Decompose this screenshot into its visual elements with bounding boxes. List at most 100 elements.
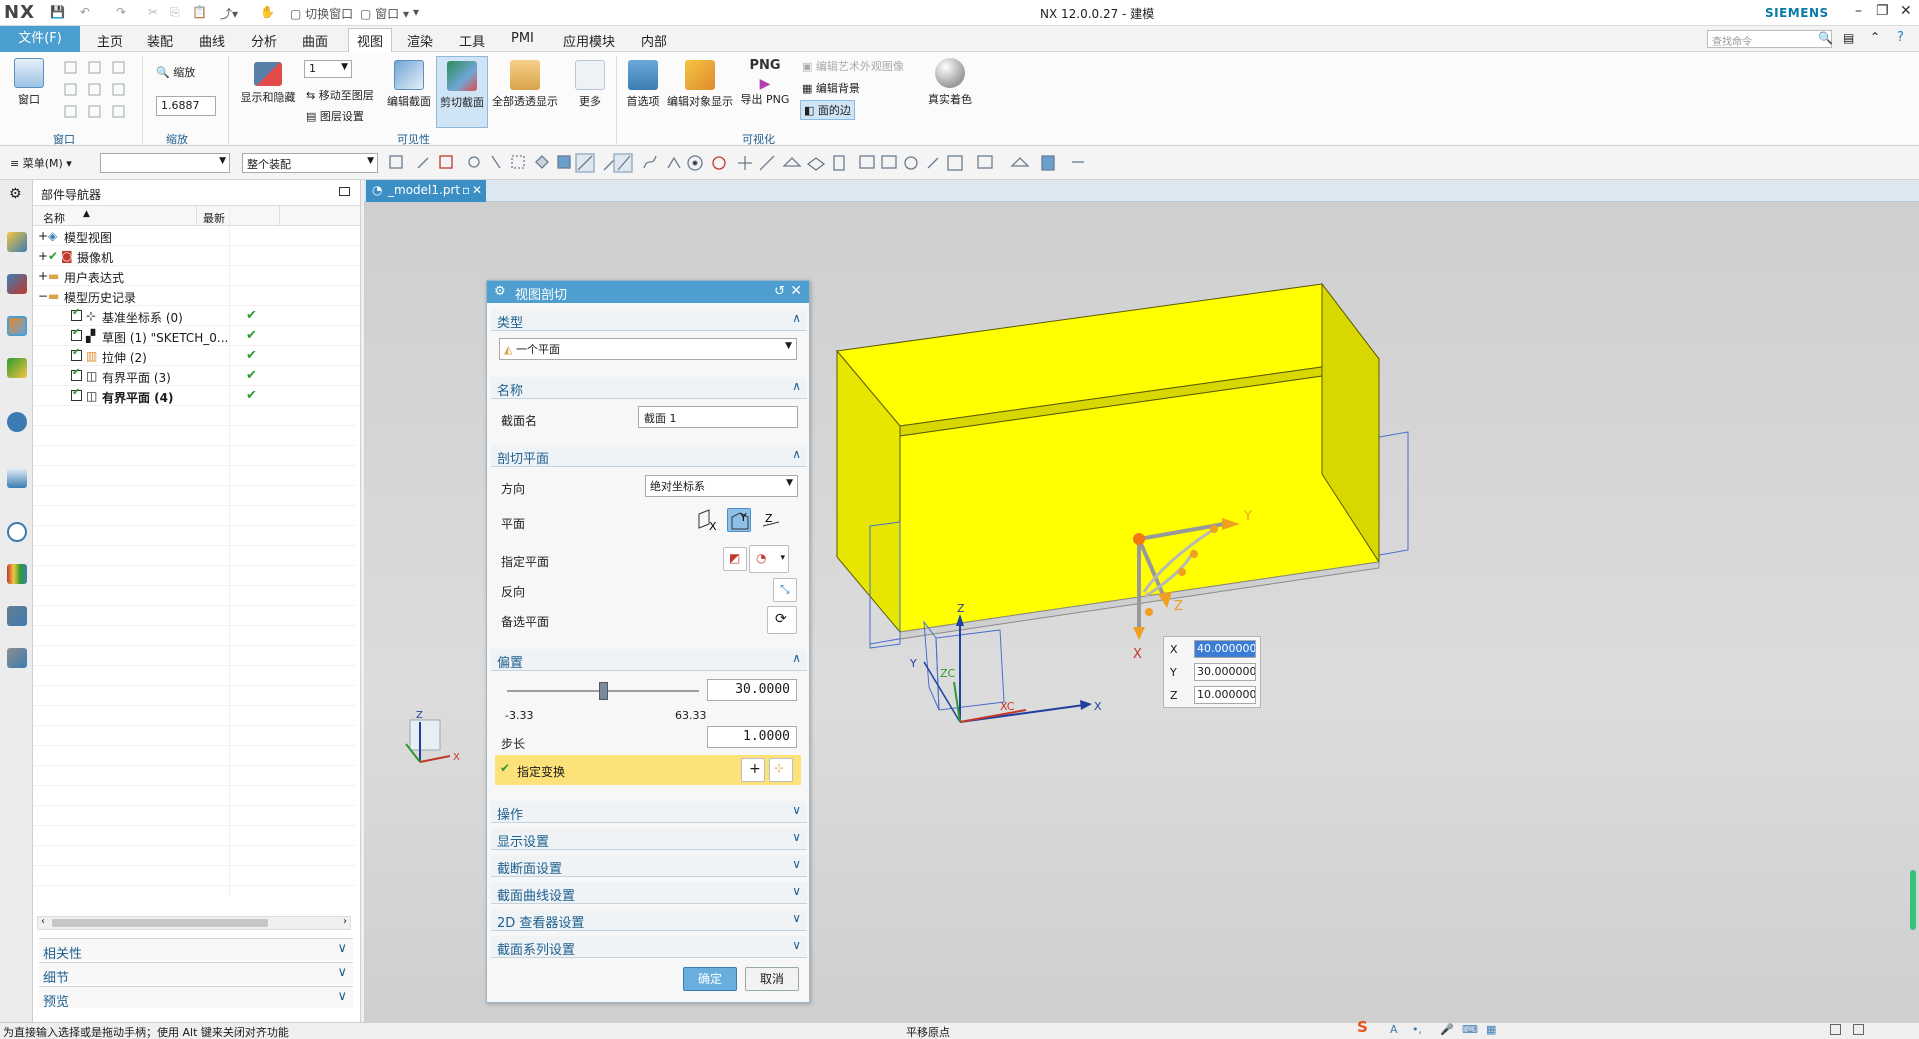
more-button[interactable]: 更多: [570, 60, 610, 109]
microphone-icon[interactable]: 🎤: [1440, 1023, 1454, 1036]
layout-grid-icons[interactable]: [63, 58, 138, 124]
constraint-navigator-icon[interactable]: [7, 274, 27, 294]
close-tab-icon[interactable]: ✕: [472, 183, 482, 197]
true-shading-button[interactable]: 真实着色: [925, 58, 975, 107]
layout-toggle-icon[interactable]: [1830, 1024, 1841, 1035]
reuse-library-icon[interactable]: [7, 358, 27, 378]
menu-button[interactable]: ≡ 菜单(M) ▾: [10, 155, 72, 171]
window-menu-button[interactable]: ▢ 窗口 ▾: [360, 5, 409, 22]
tree-row-bounded-plane-3[interactable]: ✔ ◫ 有界平面 (3) ✔: [33, 366, 360, 386]
cancel-button[interactable]: 取消: [745, 967, 799, 991]
scroll-right-icon[interactable]: ›: [343, 916, 347, 927]
hd3d-tools-icon[interactable]: [7, 412, 27, 432]
web-browser-icon[interactable]: [7, 468, 27, 488]
section-type[interactable]: 类型 ∧: [491, 309, 807, 331]
plane-dialog-dropdown[interactable]: ◔ ▾: [749, 545, 789, 573]
ime-logo-icon[interactable]: S: [1357, 1018, 1368, 1036]
zoom-button[interactable]: 🔍 缩放: [156, 64, 195, 80]
close-window-button[interactable]: ✕: [1900, 3, 1912, 19]
offset-slider-thumb[interactable]: [599, 682, 608, 700]
face-edges-toggle[interactable]: ◧ 面的边: [800, 100, 855, 120]
touch-mode-icon[interactable]: ✋: [260, 5, 275, 19]
snap-toolbar-icons[interactable]: [388, 152, 1228, 174]
keyboard-icon[interactable]: ⌨: [1462, 1023, 1478, 1036]
full-transparency-button[interactable]: 全部透透显示: [490, 60, 560, 109]
restore-button[interactable]: ❐: [1876, 3, 1889, 19]
section-curve-settings[interactable]: 截面曲线设置 ∨: [491, 882, 807, 904]
tree-row-bounded-plane-4[interactable]: ✔ ◫ 有界平面 (4) ✔: [33, 386, 360, 406]
scroll-left-icon[interactable]: ‹: [41, 916, 45, 927]
tree-row-sketch[interactable]: ✔ ▞ 草图 (1) "SKETCH_0... ✔: [33, 326, 360, 346]
export-png-button[interactable]: PNG ▶ 导出 PNG: [738, 58, 792, 107]
type-filter-dropdown[interactable]: ▼: [100, 153, 230, 173]
copy-icon[interactable]: ⎘: [170, 5, 180, 20]
edit-object-display-button[interactable]: 编辑对象显示: [666, 60, 734, 109]
collapse-icon[interactable]: −: [38, 289, 48, 303]
section-actions[interactable]: 操作 ∨: [491, 801, 807, 823]
reverse-direction-button[interactable]: ⤡: [773, 578, 797, 602]
section-name[interactable]: 名称 ∧: [491, 377, 807, 399]
feature-checkbox[interactable]: ✔: [71, 387, 82, 401]
preferences-button[interactable]: 首选项: [622, 60, 664, 109]
direction-dropdown[interactable]: 绝对坐标系 ▼: [645, 475, 798, 497]
tab-tools[interactable]: 工具: [459, 31, 485, 50]
section-2d-viewer-settings[interactable]: 2D 查看器设置 ∨: [491, 909, 807, 931]
plane-y-button[interactable]: Y: [727, 508, 751, 532]
selection-scope-dropdown[interactable]: 整个装配 ▼: [242, 153, 378, 173]
scrollbar-thumb[interactable]: [52, 919, 268, 927]
reset-icon[interactable]: ↺: [774, 284, 785, 299]
horizontal-scrollbar[interactable]: ‹ ›: [37, 916, 351, 930]
tab-view[interactable]: 视图: [348, 28, 393, 52]
system-materials-icon[interactable]: [7, 564, 27, 584]
plane-z-button[interactable]: Z: [759, 508, 783, 532]
switch-window-button[interactable]: ▢ 切换窗口: [290, 5, 353, 22]
customize-qa-icon[interactable]: ▾: [413, 5, 419, 19]
point-dialog-button[interactable]: +: [741, 758, 765, 782]
layer-dropdown[interactable]: 1 ▼: [304, 60, 352, 78]
help-icon[interactable]: ?: [1897, 30, 1904, 45]
tab-curve[interactable]: 曲线: [199, 31, 225, 50]
redo-icon[interactable]: ↷: [116, 5, 126, 19]
ime-mode-icon[interactable]: A: [1390, 1023, 1398, 1036]
section-series-settings[interactable]: 截面系列设置 ∨: [491, 936, 807, 958]
clip-section-button[interactable]: 剪切截面: [436, 56, 488, 128]
save-icon[interactable]: 💾: [50, 5, 65, 19]
offset-value-input[interactable]: 30.0000: [707, 679, 797, 701]
layer-settings-button[interactable]: ▤ 图层设置: [306, 108, 364, 124]
ime-punct-icon[interactable]: •,: [1412, 1023, 1422, 1036]
expand-icon[interactable]: +: [38, 229, 48, 243]
tree-row-datum-csys[interactable]: ✔ ⊹ 基准坐标系 (0) ✔: [33, 306, 360, 326]
tree-row-cameras[interactable]: + ✔ ◙ 摄像机: [33, 246, 360, 266]
specify-plane-button[interactable]: ◩: [723, 547, 747, 571]
artistic-appearance-button[interactable]: ▣ 编辑艺术外观图像: [802, 58, 904, 74]
command-search-input[interactable]: 查找命令: [1707, 30, 1832, 48]
column-latest[interactable]: 最新: [203, 210, 225, 226]
accordion-dependencies[interactable]: 相关性 ∨: [39, 938, 353, 962]
move-to-layer-button[interactable]: ⇆ 移动至图层: [306, 87, 374, 103]
feature-checkbox[interactable]: ✔: [71, 367, 82, 381]
tab-home[interactable]: 主页: [97, 31, 123, 50]
tree-row-user-expressions[interactable]: + ▬ 用户表达式: [33, 266, 360, 286]
tab-internal[interactable]: 内部: [641, 31, 667, 50]
zoom-value-input[interactable]: 1.6887: [156, 96, 216, 116]
alternate-plane-button[interactable]: ⟳: [767, 606, 797, 634]
step-value-input[interactable]: 1.0000: [707, 726, 797, 748]
tab-render[interactable]: 渲染: [407, 31, 433, 50]
offset-slider[interactable]: [507, 682, 699, 700]
column-name[interactable]: 名称: [43, 210, 65, 226]
ribbon-options-icon[interactable]: ▤: [1843, 31, 1854, 45]
feature-checkbox[interactable]: ✔: [71, 347, 82, 361]
tab-analysis[interactable]: 分析: [251, 31, 277, 50]
roles-icon[interactable]: [7, 648, 27, 668]
expand-icon[interactable]: +: [38, 249, 48, 263]
section-clip-plane[interactable]: 剖切平面 ∧: [491, 445, 807, 467]
section-offset[interactable]: 偏置 ∧: [491, 649, 807, 671]
paste-icon[interactable]: 📋: [192, 5, 207, 19]
search-icon[interactable]: 🔍: [1818, 31, 1833, 45]
fullscreen-icon[interactable]: [1853, 1024, 1864, 1035]
minimize-button[interactable]: –: [1855, 3, 1862, 19]
tab-surface[interactable]: 曲面: [302, 31, 328, 50]
process-studio-icon[interactable]: [7, 606, 27, 626]
part-navigator-icon[interactable]: [7, 316, 27, 336]
coord-y-input[interactable]: 30.000000: [1194, 663, 1256, 681]
